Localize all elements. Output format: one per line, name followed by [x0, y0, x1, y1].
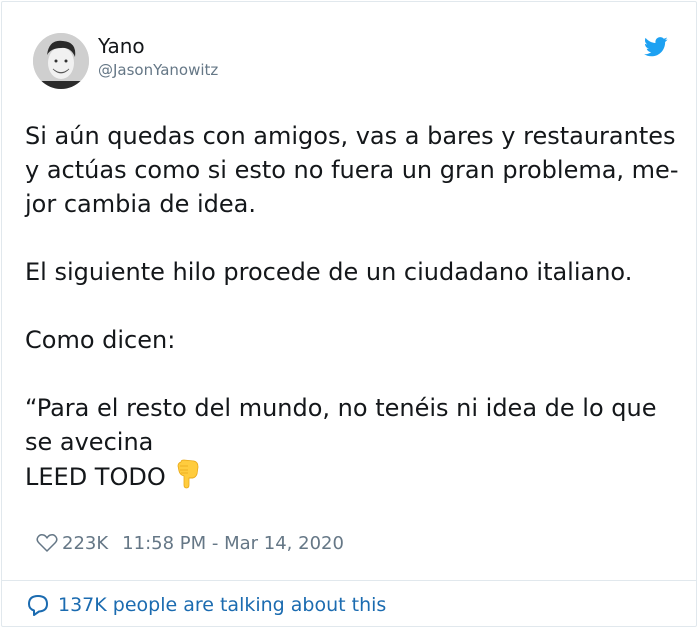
avatar[interactable]: [33, 33, 89, 89]
profile-photo-icon: [33, 33, 89, 89]
tweet-line-2: y actúas como si esto no fuera un gran p…: [25, 156, 679, 184]
tweet-line-1: Si aún quedas con amigos, vas a bares y …: [25, 122, 676, 150]
author-handle[interactable]: @JasonYanowitz: [98, 61, 218, 79]
tweet-timestamp[interactable]: 11:58 PM - Mar 14, 2020: [122, 533, 344, 554]
divider: [2, 580, 696, 581]
tweet-line-4: El siguiente hilo procede de un ciudadan…: [25, 258, 633, 286]
tweet-line-5: Como dicen:: [25, 326, 176, 354]
tweet-card: Yano @JasonYanowitz Si aún quedas con am…: [1, 1, 697, 627]
heart-icon[interactable]: [36, 533, 58, 553]
like-count[interactable]: 223K: [62, 533, 108, 554]
conversation-link[interactable]: 137K people are talking about this: [26, 593, 386, 617]
tweet-line-8: LEED TODO: [25, 459, 685, 494]
speech-bubble-icon: [28, 595, 48, 616]
tweet-line-7: se avecina: [25, 428, 154, 456]
pointing-down-emoji-icon: [177, 459, 199, 489]
author-name[interactable]: Yano: [98, 34, 145, 58]
conversation-link-label[interactable]: 137K people are talking about this: [58, 594, 386, 616]
tweet-line-6: “Para el resto del mundo, no tenéis ni i…: [25, 394, 657, 422]
tweet-line-3: jor cambia de idea.: [25, 190, 256, 218]
tweet-line-8-text: LEED TODO: [25, 463, 166, 491]
twitter-bird-icon[interactable]: [644, 37, 668, 57]
tweet-meta: 223K 11:58 PM - Mar 14, 2020: [36, 531, 344, 555]
